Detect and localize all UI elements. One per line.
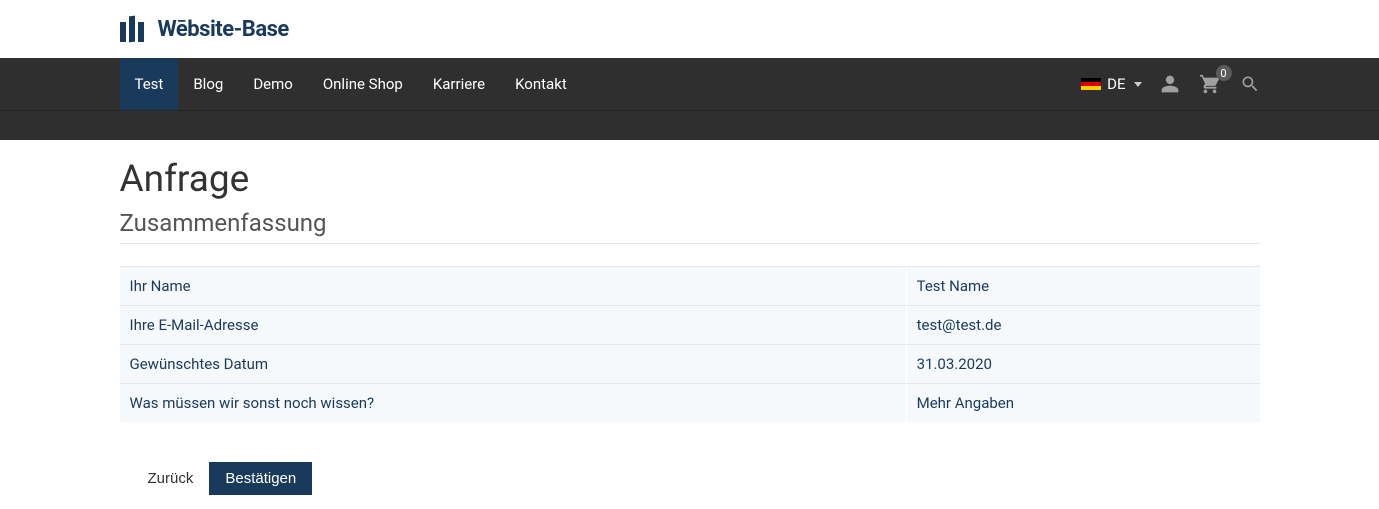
nav-item-online-shop[interactable]: Online Shop (308, 58, 418, 110)
main-nav: Test Blog Demo Online Shop Karriere Kont… (0, 58, 1379, 110)
language-selector[interactable]: DE (1081, 75, 1141, 93)
nav-item-test[interactable]: Test (120, 58, 179, 110)
user-account-button[interactable] (1160, 74, 1180, 94)
summary-label: Was müssen wir sonst noch wissen? (120, 384, 907, 423)
summary-value: test@test.de (906, 306, 1259, 345)
brand-name: Wēbsite-Base (158, 17, 289, 42)
logo-bars-icon (120, 16, 148, 42)
form-actions: Zurück Bestätigen (120, 462, 1260, 495)
sub-nav-bar (0, 110, 1379, 140)
summary-value: Mehr Angaben (906, 384, 1259, 423)
cart-count-badge: 0 (1216, 65, 1232, 81)
nav-item-label: Demo (253, 75, 293, 93)
page-title: Anfrage (120, 158, 1260, 201)
search-icon (1240, 74, 1260, 94)
user-icon (1160, 74, 1180, 94)
back-button[interactable]: Zurück (132, 462, 210, 495)
language-label: DE (1107, 75, 1125, 93)
summary-label: Gewünschtes Datum (120, 345, 907, 384)
nav-item-label: Online Shop (323, 75, 403, 93)
summary-label: Ihr Name (120, 267, 907, 306)
summary-value: Test Name (906, 267, 1259, 306)
nav-item-label: Test (135, 75, 164, 93)
nav-item-demo[interactable]: Demo (238, 58, 308, 110)
search-button[interactable] (1240, 74, 1260, 94)
nav-item-label: Kontakt (515, 75, 567, 93)
nav-item-blog[interactable]: Blog (178, 58, 238, 110)
summary-table: Ihr Name Test Name Ihre E-Mail-Adresse t… (120, 266, 1260, 422)
brand-logo[interactable]: Wēbsite-Base (120, 16, 1260, 42)
nav-item-kontakt[interactable]: Kontakt (500, 58, 582, 110)
summary-value: 31.03.2020 (906, 345, 1259, 384)
chevron-down-icon (1134, 82, 1142, 87)
table-row: Ihr Name Test Name (120, 267, 1260, 306)
summary-label: Ihre E-Mail-Adresse (120, 306, 907, 345)
nav-item-label: Blog (193, 75, 223, 93)
nav-item-list: Test Blog Demo Online Shop Karriere Kont… (120, 58, 582, 110)
flag-de-icon (1081, 78, 1101, 91)
nav-item-label: Karriere (433, 75, 485, 93)
table-row: Was müssen wir sonst noch wissen? Mehr A… (120, 384, 1260, 423)
page-subtitle: Zusammenfassung (120, 209, 1260, 244)
nav-item-karriere[interactable]: Karriere (418, 58, 500, 110)
confirm-button[interactable]: Bestätigen (209, 462, 312, 495)
table-row: Ihre E-Mail-Adresse test@test.de (120, 306, 1260, 345)
table-row: Gewünschtes Datum 31.03.2020 (120, 345, 1260, 384)
cart-button[interactable]: 0 (1198, 73, 1222, 95)
